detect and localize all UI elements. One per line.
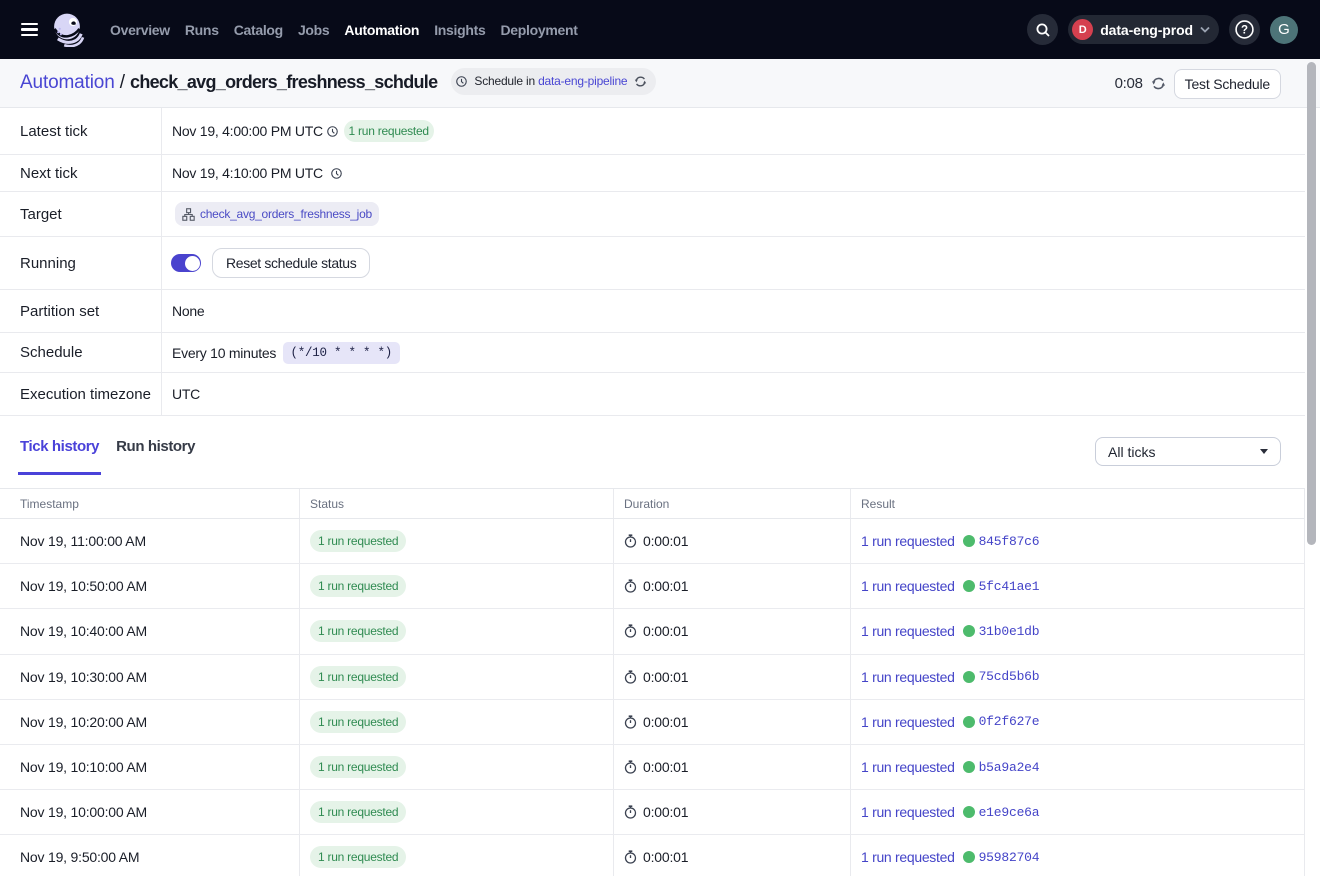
svg-text:?: ? (1241, 24, 1248, 36)
